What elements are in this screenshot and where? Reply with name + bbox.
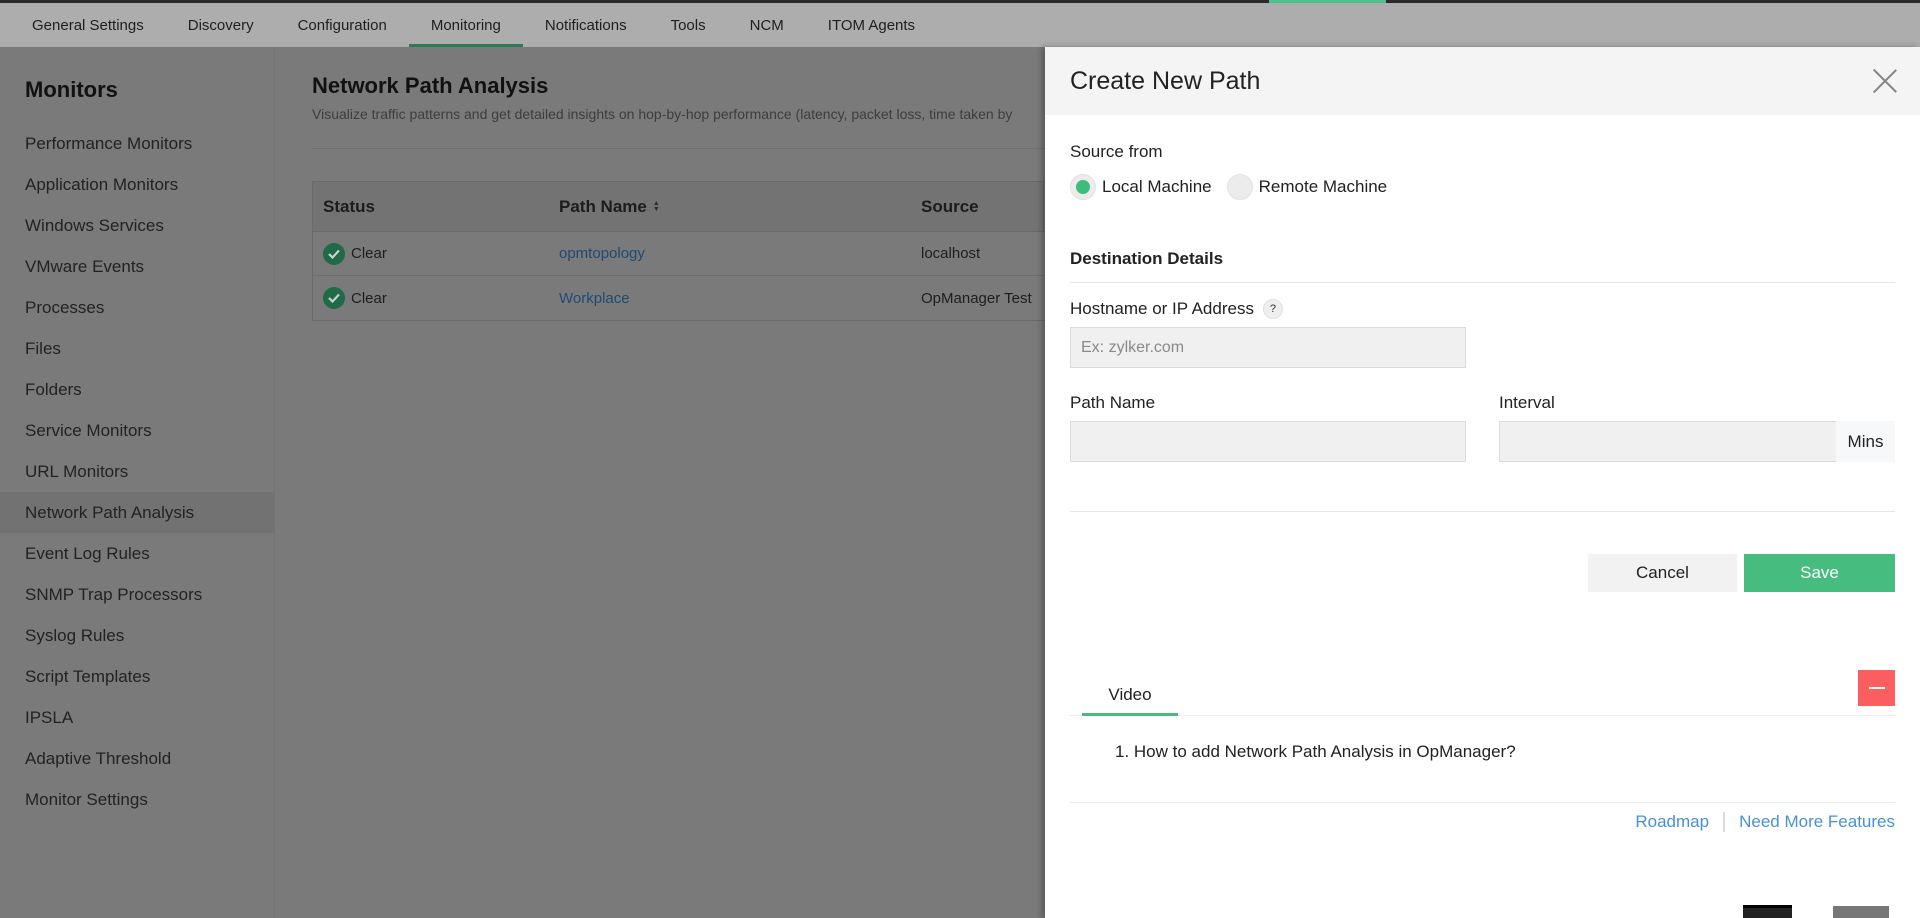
sidebar-item-snmp-trap-processors[interactable]: SNMP Trap Processors — [0, 574, 274, 615]
sidebar-item-script-templates[interactable]: Script Templates — [0, 656, 274, 697]
tab-general-settings[interactable]: General Settings — [10, 3, 166, 47]
sidebar-item-ipsla[interactable]: IPSLA — [0, 697, 274, 738]
dialog-header: Create New Path — [1045, 47, 1920, 115]
radio-local-machine[interactable]: Local Machine — [1070, 174, 1212, 200]
path-name-cell: opmtopology — [559, 245, 921, 262]
page-description: Visualize traffic patterns and get detai… — [312, 106, 1013, 122]
create-path-dialog: Create New Path Source from Local Machin… — [1045, 47, 1920, 918]
divider — [1070, 282, 1895, 283]
sidebar: Monitors Performance Monitors Applicatio… — [0, 47, 275, 918]
check-circle-icon — [323, 287, 345, 309]
top-navigation: General Settings Discovery Configuration… — [0, 3, 1920, 47]
sidebar-item-performance-monitors[interactable]: Performance Monitors — [0, 123, 274, 164]
check-circle-icon — [323, 242, 345, 265]
path-link[interactable]: opmtopology — [559, 245, 645, 262]
radio-selected-icon[interactable] — [1070, 174, 1096, 200]
status-cell: Clear — [313, 287, 559, 309]
minus-icon — [1868, 687, 1885, 689]
help-tabs: Video — [1070, 670, 1895, 716]
sidebar-item-files[interactable]: Files — [0, 328, 274, 369]
radio-local-machine-label: Local Machine — [1102, 177, 1212, 196]
tab-video[interactable]: Video — [1082, 676, 1178, 716]
sidebar-item-adaptive-threshold[interactable]: Adaptive Threshold — [0, 738, 274, 779]
column-path-name[interactable]: Path Name ▲ ▼ — [559, 197, 921, 217]
roadmap-link[interactable]: Roadmap — [1635, 812, 1709, 832]
table-row: Clear Workplace OpManager Test — [313, 276, 1071, 320]
save-button[interactable]: Save — [1744, 554, 1895, 592]
footer-links: Roadmap Need More Features — [1635, 812, 1895, 832]
sidebar-item-windows-services[interactable]: Windows Services — [0, 205, 274, 246]
divider — [1070, 511, 1895, 512]
tab-monitoring[interactable]: Monitoring — [408, 3, 523, 47]
divider — [312, 148, 1052, 149]
sidebar-item-network-path-analysis[interactable]: Network Path Analysis — [0, 492, 274, 533]
sidebar-item-url-monitors[interactable]: URL Monitors — [0, 451, 274, 492]
cancel-button[interactable]: Cancel — [1588, 554, 1737, 592]
tab-notifications[interactable]: Notifications — [523, 3, 649, 47]
path-link[interactable]: Workplace — [559, 290, 630, 307]
tab-configuration[interactable]: Configuration — [276, 3, 409, 47]
column-path-name-label: Path Name — [559, 196, 647, 216]
sort-icon[interactable]: ▲ ▼ — [653, 200, 660, 213]
hostname-label-row: Hostname or IP Address ? — [1070, 299, 1283, 319]
dialog-title: Create New Path — [1070, 66, 1261, 95]
interval-unit: Mins — [1836, 421, 1895, 462]
destination-heading: Destination Details — [1070, 249, 1224, 268]
page-title: Network Path Analysis — [312, 73, 549, 98]
column-status[interactable]: Status — [313, 197, 559, 217]
interval-label: Interval — [1499, 393, 1555, 412]
interval-input[interactable] — [1499, 421, 1837, 462]
radio-unselected-icon[interactable] — [1226, 174, 1253, 200]
tab-itom-agents[interactable]: ITOM Agents — [806, 3, 937, 47]
source-from-label: Source from — [1070, 142, 1163, 161]
table-header: Status Path Name ▲ ▼ Source — [313, 182, 1071, 232]
column-status-label: Status — [323, 196, 375, 216]
main-content: Network Path Analysis Visualize traffic … — [275, 47, 1072, 918]
sidebar-item-vmware-events[interactable]: VMware Events — [0, 246, 274, 287]
source-radio-group: Local Machine Remote Machine — [1070, 174, 1402, 200]
status-cell: Clear — [313, 242, 559, 265]
sidebar-item-monitor-settings[interactable]: Monitor Settings — [0, 779, 274, 820]
link-separator — [1723, 812, 1726, 832]
close-icon[interactable] — [1872, 68, 1898, 94]
path-name-input[interactable] — [1070, 421, 1466, 462]
hostname-label: Hostname or IP Address — [1070, 299, 1254, 318]
sidebar-item-folders[interactable]: Folders — [0, 369, 274, 410]
help-icon[interactable]: ? — [1262, 299, 1283, 319]
floating-chat-icon[interactable] — [1833, 906, 1889, 918]
need-more-features-link[interactable]: Need More Features — [1739, 812, 1895, 832]
divider — [1070, 802, 1895, 803]
minimize-button[interactable] — [1858, 670, 1895, 706]
tab-discovery[interactable]: Discovery — [166, 3, 276, 47]
tab-tools[interactable]: Tools — [649, 3, 728, 47]
table-row: Clear opmtopology localhost — [313, 232, 1071, 276]
floating-widget-icon[interactable] — [1743, 905, 1792, 918]
path-name-label: Path Name — [1070, 393, 1156, 412]
video-item[interactable]: 1. How to add Network Path Analysis in O… — [1115, 742, 1516, 762]
sidebar-item-application-monitors[interactable]: Application Monitors — [0, 164, 274, 205]
sidebar-item-syslog-rules[interactable]: Syslog Rules — [0, 615, 274, 656]
status-text: Clear — [351, 245, 387, 262]
sidebar-item-event-log-rules[interactable]: Event Log Rules — [0, 533, 274, 574]
hostname-input[interactable] — [1070, 327, 1466, 368]
sidebar-item-processes[interactable]: Processes — [0, 287, 274, 328]
radio-remote-machine-label: Remote Machine — [1258, 177, 1388, 196]
sidebar-item-service-monitors[interactable]: Service Monitors — [0, 410, 274, 451]
status-text: Clear — [351, 289, 387, 307]
sidebar-title: Monitors — [25, 77, 118, 102]
column-source-label: Source — [921, 196, 979, 216]
paths-table: Status Path Name ▲ ▼ Source Clear opmtopo… — [312, 181, 1072, 321]
radio-remote-machine[interactable]: Remote Machine — [1226, 174, 1388, 200]
tab-ncm[interactable]: NCM — [728, 3, 806, 47]
path-name-cell: Workplace — [559, 290, 921, 307]
